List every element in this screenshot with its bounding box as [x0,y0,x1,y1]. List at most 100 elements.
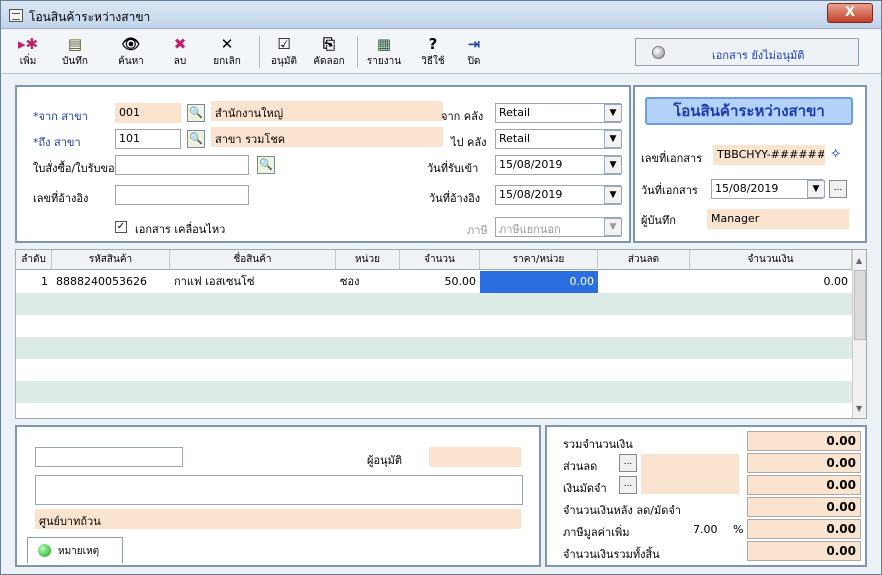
chevron-down-icon[interactable]: ▼ [856,404,862,413]
items-grid: ลำดับ รหัสสินค้า ชื่อสินค้า หน่วย จำนวน … [15,249,867,419]
after-discount-value: 0.00 [747,497,861,517]
document-title: โอนสินค้าระหว่างสาขา [645,97,853,125]
po-search-icon[interactable]: 🔍 [257,156,275,174]
amount-in-words: ศูนย์บาทถ้วน [35,509,521,529]
chevron-down-icon[interactable]: ▼ [604,156,622,174]
status-light-icon [652,46,665,59]
to-branch-search-icon[interactable]: 🔍 [187,130,205,148]
reference-date-label: วันที่อ้างอิง [429,192,481,205]
note-textarea[interactable] [35,475,523,505]
receive-date-label: วันที่รับเข้า [427,162,479,175]
after-discount-label: จำนวนเงินหลัง ลด/มัดจำ [563,504,681,517]
from-branch-search-icon[interactable]: 🔍 [187,104,205,122]
to-branch-name: สาขา รวมโชค [211,127,443,147]
from-warehouse-select[interactable]: Retail [495,103,621,123]
po-field[interactable] [115,155,249,175]
add-button[interactable]: ▸✱ เพิ่ม [13,34,43,69]
recorder-label: ผู้บันทึก [641,214,676,227]
chevron-down-icon[interactable]: ▼ [807,180,825,198]
report-icon: ▦ [376,35,392,53]
exit-button[interactable]: ⇥ ปิด [461,34,487,69]
table-row[interactable]: 1 8888240053626 กาแฟ เอสเซนโซ่ ซอง 50.00… [16,271,852,293]
doc-date-more-button[interactable]: ... [829,180,847,198]
from-branch-code-field[interactable]: 001 [115,103,181,123]
transfer-window: โอนสินค้าระหว่างสาขา X ▸✱ เพิ่ม ▤ บันทึก… [0,0,882,575]
reference-date-field[interactable]: 15/08/2019 [495,185,621,205]
approve-button[interactable]: ☑ อนุมัติ [267,34,301,69]
close-button[interactable]: X [827,3,873,23]
cancel-icon: ✕ [220,35,234,53]
discount-more-button[interactable]: ... [619,454,637,472]
search-binoculars-icon: 👁 [121,35,141,53]
cancel-button[interactable]: ✕ ยกเลิก [207,34,247,69]
grid-scrollbar[interactable]: ▲ ▼ [852,250,866,418]
tab-note[interactable]: หมายเหตุ [27,537,123,563]
reference-no-label: เลขที่อ้างอิง [33,192,89,205]
vat-value: 0.00 [747,519,861,539]
table-row[interactable] [16,315,852,337]
col-qty: จำนวน [400,250,480,270]
toolbar-divider [357,36,358,68]
vat-label: ภาษีมูลค่าเพิ่ม [563,526,630,539]
footer-panel: ผู้อนุมัติ ศูนย์บาทถ้วน หมายเหตุ [15,425,541,567]
scroll-thumb[interactable] [854,270,866,340]
from-branch-label: *จาก สาขา [33,110,88,123]
discount-note-field [641,454,739,494]
generate-number-icon[interactable]: ⟡ [831,145,840,161]
po-label: ใบสั่งซื้อ/ใบรับของ [33,162,120,175]
table-row[interactable] [16,381,852,403]
status-green-icon [38,544,51,557]
deposit-value: 0.00 [747,475,861,495]
deposit-more-button[interactable]: ... [619,476,637,494]
footer-field[interactable] [35,447,183,467]
move-doc-checkbox[interactable]: ✓ [115,221,127,233]
col-price: ราคา/หน่วย [480,250,598,270]
doc-no-field[interactable]: TBBCHYY-###### [713,145,825,165]
to-warehouse-label: ไป คลัง [451,136,487,149]
report-button[interactable]: ▦ รายงาน [363,34,405,69]
recorder-field: Manager [707,209,849,229]
copy-icon: ⎘ [322,35,335,53]
table-row[interactable] [16,403,852,418]
help-button[interactable]: ? วิธีใช้ [415,34,451,69]
header-panel: *จาก สาขา 001 🔍 สำนักงานใหญ่ *ถึง สาขา 1… [15,85,631,243]
approve-icon: ☑ [277,35,291,53]
table-row[interactable] [16,293,852,315]
grand-total-value: 0.00 [747,541,861,561]
toolbar-divider [259,36,260,68]
col-name: ชื่อสินค้า [170,250,336,270]
vat-rate[interactable]: 7.00 [693,523,718,536]
vat-percent: % [733,523,744,536]
chevron-up-icon[interactable]: ▲ [856,256,862,265]
from-warehouse-label: จาก คลัง [441,110,484,123]
delete-button[interactable]: ✖ ลบ [167,34,193,69]
search-button[interactable]: 👁 ค้นหา [113,34,149,69]
chevron-down-icon[interactable]: ▼ [604,186,622,204]
col-discount: ส่วนลด [598,250,690,270]
to-warehouse-select[interactable]: Retail [495,129,621,149]
table-row[interactable] [16,359,852,381]
col-code: รหัสสินค้า [52,250,170,270]
to-branch-label: *ถึง สาขา [33,136,81,149]
reference-no-field[interactable] [115,185,249,205]
sum-value: 0.00 [747,431,861,451]
to-branch-code-field[interactable]: 101 [115,129,181,149]
save-button[interactable]: ▤ บันทึก [57,34,93,69]
doc-no-label: เลขที่เอกสาร [641,152,703,165]
col-seq: ลำดับ [16,250,52,270]
chevron-down-icon[interactable]: ▼ [604,130,622,148]
deposit-label: เงินมัดจำ [563,482,607,495]
from-branch-name: สำนักงานใหญ่ [211,101,443,121]
approval-status: เอกสาร ยังไม่อนุมัติ [635,38,859,66]
grand-total-label: จำนวนเงินรวมทั้งสิ้น [563,548,660,561]
discount-value: 0.00 [747,453,861,473]
copy-button[interactable]: ⎘ คัดลอก [309,34,349,69]
tax-select[interactable]: ภาษีแยกนอก [495,217,621,237]
col-amount: จำนวนเงิน [690,250,852,270]
receive-date-field[interactable]: 15/08/2019 [495,155,621,175]
tab-note-label: หมายเหตุ [58,546,100,557]
delete-icon: ✖ [173,35,187,53]
doc-date-label: วันที่เอกสาร [641,184,698,197]
table-row[interactable] [16,337,852,359]
chevron-down-icon[interactable]: ▼ [604,104,622,122]
